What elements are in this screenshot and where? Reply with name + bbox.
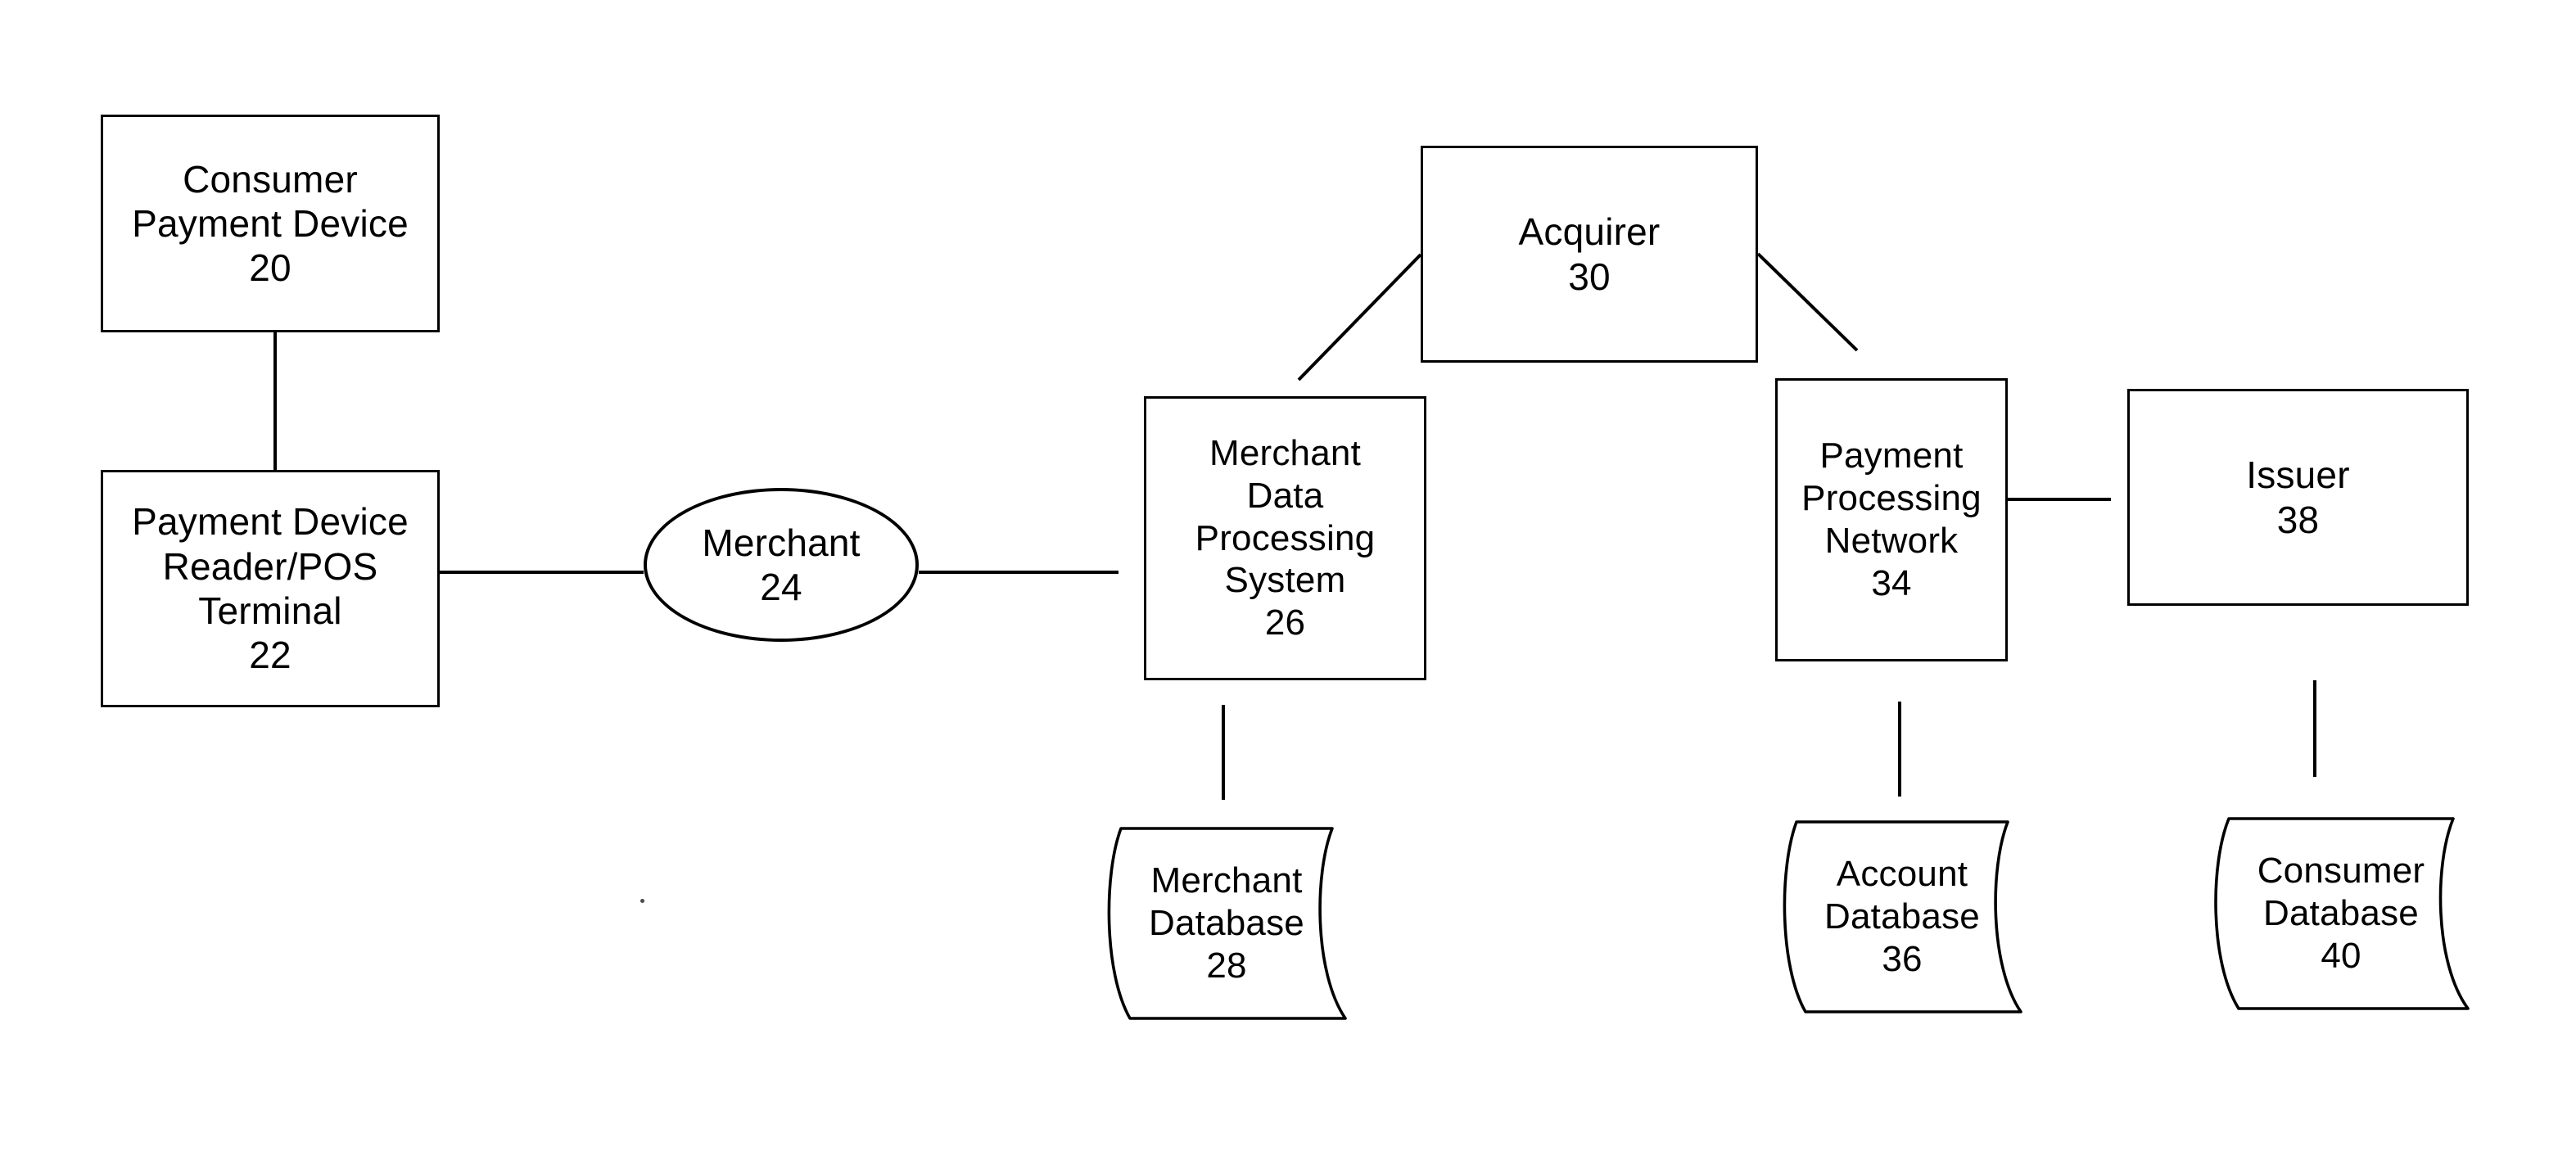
node-reference-numeral: 38 [2276, 498, 2320, 541]
node-label-line: Payment Device [132, 201, 409, 245]
node-label-line: Database [1824, 896, 1980, 937]
tape-label-group: Account Database 36 [1775, 819, 2029, 1015]
node-reference-numeral: 20 [249, 246, 291, 290]
node-issuer: Issuer 38 [2127, 389, 2469, 606]
node-consumer-database: Consumer Database 40 [2206, 815, 2476, 1012]
node-label-line: Issuer [2246, 454, 2350, 497]
node-account-database: Account Database 36 [1775, 819, 2029, 1015]
node-label-line: Terminal [198, 589, 342, 632]
node-label-line: System [1224, 560, 1346, 601]
node-acquirer: Acquirer 30 [1421, 146, 1758, 363]
node-merchant-database: Merchant Database 28 [1100, 825, 1354, 1022]
node-label-line: Payment [1819, 436, 1964, 476]
connector-acquirer-to-payment-processing-network [1756, 252, 1859, 352]
node-label-line: Payment Device [132, 500, 409, 544]
node-label-line: Consumer [2257, 851, 2425, 891]
node-label-line: Processing [1195, 517, 1376, 558]
node-consumer-payment-device: Consumer Payment Device 20 [101, 115, 440, 332]
tape-label-group: Merchant Database 28 [1100, 825, 1354, 1022]
node-label-line: Database [2263, 893, 2419, 934]
node-label-line: Account [1836, 854, 1968, 895]
node-reference-numeral: 22 [249, 634, 291, 677]
node-label-line: Merchant [702, 521, 861, 564]
node-reference-numeral: 40 [2321, 935, 2361, 976]
node-label-line: Database [1149, 903, 1304, 944]
node-label-line: Consumer [183, 157, 358, 201]
scan-artifact-dot [640, 899, 644, 903]
node-label-line: Data [1246, 475, 1324, 516]
node-payment-processing-network: Payment Processing Network 34 [1775, 378, 2008, 661]
node-merchant: Merchant 24 [644, 488, 919, 642]
node-reference-numeral: 24 [760, 566, 802, 608]
node-label-line: Reader/POS [162, 544, 378, 588]
node-payment-device-reader-pos-terminal: Payment Device Reader/POS Terminal 22 [101, 470, 440, 707]
node-reference-numeral: 34 [1871, 562, 1912, 603]
node-reference-numeral: 36 [1882, 938, 1923, 979]
node-reference-numeral: 26 [1264, 603, 1306, 643]
node-reference-numeral: 30 [1568, 255, 1611, 298]
patent-figure-canvas: Consumer Payment Device 20 Payment Devic… [0, 0, 2576, 1160]
connector-merchant-data-processing-system-to-acquirer [1297, 253, 1422, 381]
node-label-line: Network [1824, 521, 1959, 561]
node-label-line: Merchant [1150, 860, 1303, 901]
node-label-line: Merchant [1209, 432, 1361, 473]
node-label-line: Processing [1801, 478, 1982, 519]
node-label-line: Acquirer [1518, 210, 1661, 254]
node-reference-numeral: 28 [1206, 945, 1247, 986]
node-merchant-data-processing-system: Merchant Data Processing System 26 [1144, 396, 1426, 680]
tape-label-group: Consumer Database 40 [2206, 815, 2476, 1012]
